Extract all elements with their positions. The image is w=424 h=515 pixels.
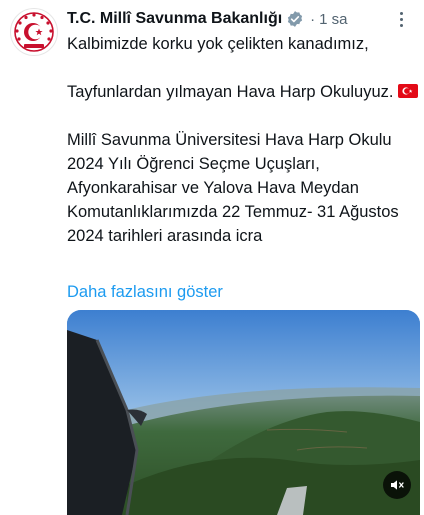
more-vertical-icon[interactable] [393,10,409,28]
timestamp[interactable]: 1 sa [319,11,347,28]
tweet[interactable]: T.C. Millî Savunma Bakanlığı · 1 sa Kalb… [0,0,424,515]
verified-badge-icon [286,10,304,28]
ministry-crest-icon [14,12,54,52]
video-frame [67,310,420,515]
tweet-text-line-2: Tayfunlardan yılmayan Hava Harp Okuluyuz… [67,80,419,104]
tweet-text: Kalbimizde korku yok çelikten kanadımız,… [67,32,419,248]
avatar[interactable] [10,8,58,56]
video-player[interactable] [67,310,420,515]
tweet-text-line-2-text: Tayfunlardan yılmayan Hava Harp Okuluyuz… [67,83,394,101]
separator-dot: · [310,10,316,28]
turkey-flag-icon [397,84,418,98]
speaker-muted-icon [391,480,404,490]
tweet-header: T.C. Millî Savunma Bakanlığı · 1 sa [67,8,417,30]
tweet-text-line-3: Millî Savunma Üniversitesi Hava Harp Oku… [67,131,399,245]
mute-button[interactable] [383,471,411,499]
author-name[interactable]: T.C. Millî Savunma Bakanlığı [67,10,282,28]
tweet-text-line-1: Kalbimizde korku yok çelikten kanadımız, [67,35,369,53]
show-more-link[interactable]: Daha fazlasını göster [67,280,223,304]
